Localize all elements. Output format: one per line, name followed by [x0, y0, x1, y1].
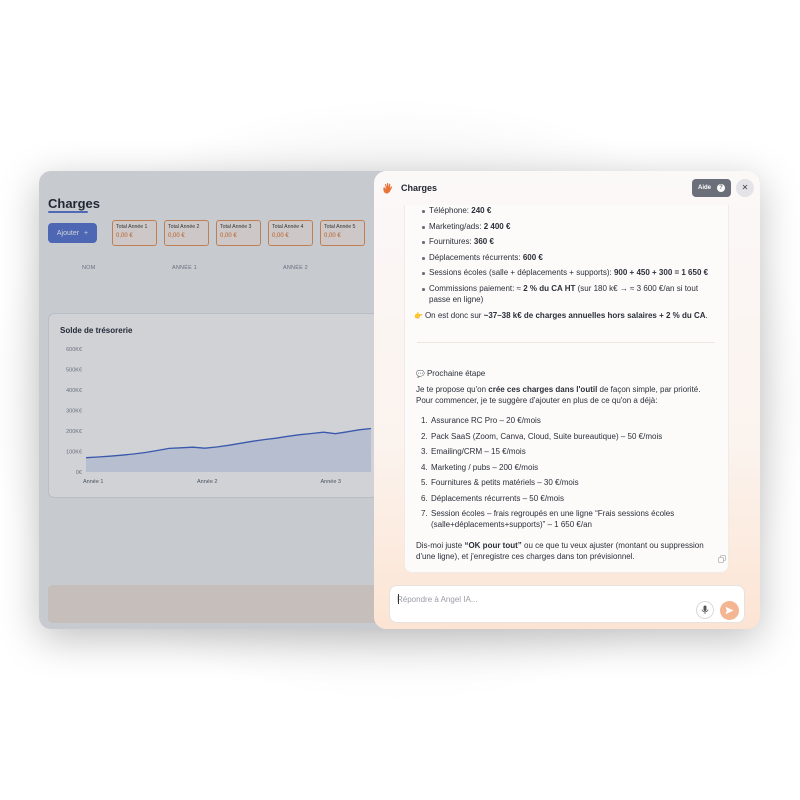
step-number: 1.	[421, 416, 428, 425]
close-button[interactable]: ✕	[736, 179, 754, 197]
help-button[interactable]: Aide ?	[692, 179, 731, 197]
list-item: Sessions écoles (salle + déplacements + …	[429, 268, 709, 277]
intro-line-2: Pour commencer, je te suggère d'ajouter …	[416, 396, 658, 405]
app-window: Charges Ajouter + Total Année 1 0,00 € T…	[39, 171, 760, 629]
reply-box	[389, 585, 745, 623]
list-item: Déplacements récurrents: 600 €	[429, 253, 543, 262]
outro-line: Dis-moi juste “OK pour tout” ou ce que t…	[416, 541, 704, 550]
step-number: 2.	[421, 432, 428, 441]
outro-line-2: d'une ligne), et j'enregistre ces charge…	[416, 552, 635, 561]
assistant-panel: Charges Aide ? ✕ Téléphone: 240 € Market…	[374, 171, 760, 629]
waving-hand-icon	[381, 181, 395, 195]
step-item: Pack SaaS (Zoom, Canva, Cloud, Suite bur…	[431, 432, 663, 441]
intro-line: Je te propose qu'on crée ces charges dan…	[416, 385, 701, 394]
bullet	[422, 226, 425, 229]
speech-bubble-icon: 💬	[416, 371, 425, 378]
message-scroll-area[interactable]: Téléphone: 240 € Marketing/ads: 2 400 € …	[404, 205, 729, 577]
divider	[417, 342, 715, 343]
question-icon: ?	[717, 184, 725, 192]
step-number: 6.	[421, 494, 428, 503]
copy-icon[interactable]	[718, 555, 726, 565]
send-icon	[725, 606, 734, 615]
send-button[interactable]	[720, 601, 739, 620]
panel-title: Charges	[401, 183, 438, 193]
bullet	[422, 257, 425, 260]
bullet	[422, 272, 425, 275]
bullet	[422, 241, 425, 244]
panel-header: Charges Aide ? ✕	[374, 171, 760, 205]
pointing-hand-icon: 👉	[414, 313, 423, 320]
list-item: Téléphone: 240 €	[429, 206, 492, 215]
step-number: 3.	[421, 447, 428, 456]
list-item: Fournitures: 360 €	[429, 237, 494, 246]
step-number: 5.	[421, 478, 428, 487]
list-item: Marketing/ads: 2 400 €	[429, 222, 511, 231]
step-number: 7.	[421, 509, 428, 518]
step-item: Session écoles – frais regroupés en une …	[431, 509, 675, 518]
step-item: Emailing/CRM – 15 €/mois	[431, 447, 526, 456]
microphone-button[interactable]	[696, 601, 714, 619]
text-caret	[398, 594, 399, 604]
reply-input[interactable]	[397, 592, 677, 606]
assistant-message: Téléphone: 240 € Marketing/ads: 2 400 € …	[404, 205, 729, 573]
step-item: Assurance RC Pro – 20 €/mois	[431, 416, 541, 425]
step-item: Déplacements récurrents – 50 €/mois	[431, 494, 564, 503]
microphone-icon	[701, 605, 709, 614]
step-item: Marketing / pubs – 200 €/mois	[431, 463, 539, 472]
help-label: Aide	[697, 185, 711, 191]
bullet	[422, 210, 425, 213]
step-number: 4.	[421, 463, 428, 472]
list-item: Commissions paiement: ≈ 2 % du CA HT (su…	[429, 284, 699, 293]
step-item-continuation: (salle+déplacements+supports)” – 1 650 €…	[431, 520, 592, 529]
bullet	[422, 288, 425, 291]
summary-line: 👉 On est donc sur ~37–38 k€ de charges a…	[414, 311, 708, 320]
next-step-heading: 💬 Prochaine étape	[416, 369, 486, 378]
list-item-continuation: passe en ligne)	[429, 295, 484, 304]
step-item: Fournitures & petits matériels – 30 €/mo…	[431, 478, 579, 487]
